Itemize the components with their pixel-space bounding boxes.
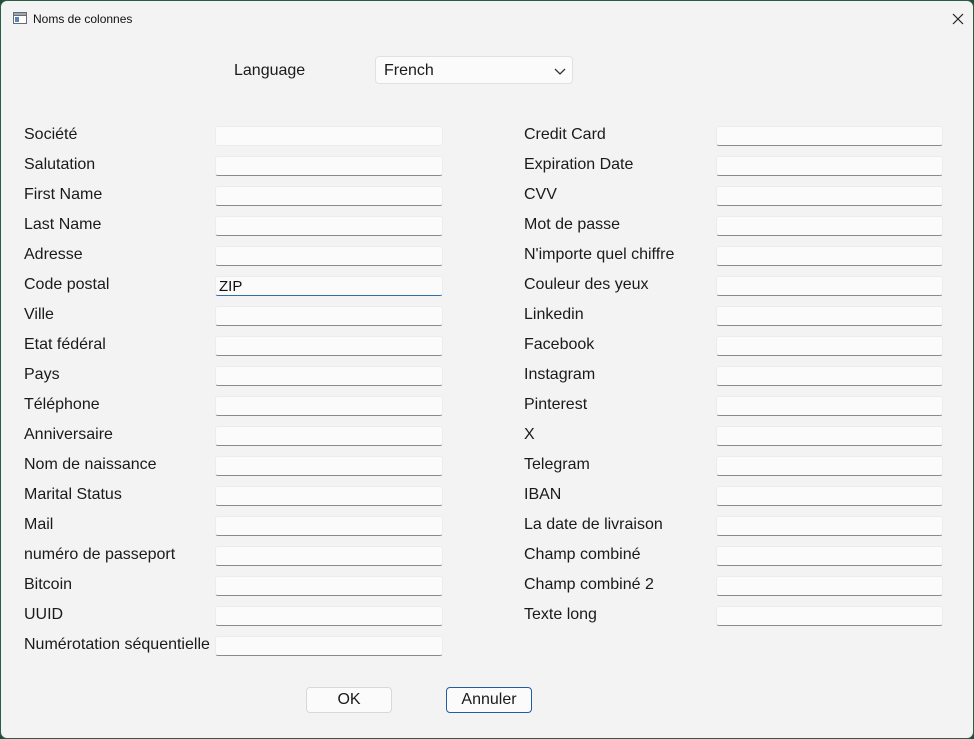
label-credit-card: Credit Card — [524, 126, 606, 143]
label-code-postal: Code postal — [24, 276, 110, 293]
label-etat-federal: Etat fédéral — [24, 336, 106, 353]
input-first-name[interactable] — [215, 186, 443, 206]
input-adresse[interactable] — [215, 246, 443, 266]
close-button[interactable] — [943, 1, 973, 37]
language-dropdown[interactable]: French — [375, 56, 573, 84]
label-pays: Pays — [24, 366, 60, 383]
close-icon — [952, 13, 964, 25]
label-first-name: First Name — [24, 186, 103, 203]
ok-button[interactable]: OK — [306, 687, 392, 713]
label-x: X — [524, 426, 535, 443]
label-anniversaire: Anniversaire — [24, 426, 113, 443]
label-numero-de-passeport: numéro de passeport — [24, 546, 176, 563]
label-cvv: CVV — [524, 186, 557, 203]
label-texte-long: Texte long — [524, 606, 597, 623]
input-champ-combine[interactable] — [716, 546, 943, 566]
window-title: Noms de colonnes — [33, 12, 133, 26]
label-la-date-de-livraison: La date de livraison — [524, 516, 663, 533]
label-bitcoin: Bitcoin — [24, 576, 73, 593]
label-instagram: Instagram — [524, 366, 596, 383]
language-selected-value: French — [384, 62, 434, 79]
window-app-icon — [13, 12, 27, 24]
input-nom-de-naissance[interactable] — [215, 456, 443, 476]
dialog-window: Noms de colonnes Language French Société… — [0, 0, 974, 739]
input-mail[interactable] — [215, 516, 443, 536]
label-champ-combine-2: Champ combiné 2 — [524, 576, 654, 593]
input-n-importe-quel-chiffre[interactable] — [716, 246, 943, 266]
label-pinterest: Pinterest — [524, 396, 588, 413]
label-ville: Ville — [24, 306, 54, 323]
chevron-down-icon — [554, 68, 566, 75]
label-mot-de-passe: Mot de passe — [524, 216, 621, 233]
input-pinterest[interactable] — [716, 396, 943, 416]
input-mot-de-passe[interactable] — [716, 216, 943, 236]
label-salutation: Salutation — [24, 156, 96, 173]
input-expiration-date[interactable] — [716, 156, 943, 176]
input-anniversaire[interactable] — [215, 426, 443, 446]
input-iban[interactable] — [716, 486, 943, 506]
input-marital-status[interactable] — [215, 486, 443, 506]
label-mail: Mail — [24, 516, 54, 533]
label-telephone: Téléphone — [24, 396, 100, 413]
label-couleur-des-yeux: Couleur des yeux — [524, 276, 649, 293]
input-credit-card[interactable] — [716, 126, 943, 146]
label-societe: Société — [24, 126, 78, 143]
input-ville[interactable] — [215, 306, 443, 326]
label-numerotation-sequentielle: Numérotation séquentielle — [24, 636, 210, 653]
input-couleur-des-yeux[interactable] — [716, 276, 943, 296]
input-cvv[interactable] — [716, 186, 943, 206]
input-telegram[interactable] — [716, 456, 943, 476]
input-societe[interactable] — [215, 126, 443, 146]
label-facebook: Facebook — [524, 336, 595, 353]
label-telegram: Telegram — [524, 456, 590, 473]
language-label: Language — [234, 62, 306, 79]
input-instagram[interactable] — [716, 366, 943, 386]
input-champ-combine-2[interactable] — [716, 576, 943, 596]
label-adresse: Adresse — [24, 246, 83, 263]
label-last-name: Last Name — [24, 216, 102, 233]
input-pays[interactable] — [215, 366, 443, 386]
input-telephone[interactable] — [215, 396, 443, 416]
input-uuid[interactable] — [215, 606, 443, 626]
title-bar: Noms de colonnes — [1, 1, 973, 37]
label-nom-de-naissance: Nom de naissance — [24, 456, 157, 473]
input-salutation[interactable] — [215, 156, 443, 176]
input-texte-long[interactable] — [716, 606, 943, 626]
label-iban: IBAN — [524, 486, 562, 503]
input-la-date-de-livraison[interactable] — [716, 516, 943, 536]
input-numerotation-sequentielle[interactable] — [215, 636, 443, 656]
label-marital-status: Marital Status — [24, 486, 122, 503]
input-linkedin[interactable] — [716, 306, 943, 326]
input-x[interactable] — [716, 426, 943, 446]
input-bitcoin[interactable] — [215, 576, 443, 596]
input-numero-de-passeport[interactable] — [215, 546, 443, 566]
label-n-importe-quel-chiffre: N'importe quel chiffre — [524, 246, 675, 263]
input-last-name[interactable] — [215, 216, 443, 236]
label-champ-combine: Champ combiné — [524, 546, 641, 563]
cancel-button[interactable]: Annuler — [446, 687, 532, 713]
label-linkedin: Linkedin — [524, 306, 584, 323]
input-code-postal[interactable] — [215, 276, 443, 296]
label-uuid: UUID — [24, 606, 64, 623]
input-facebook[interactable] — [716, 336, 943, 356]
input-etat-federal[interactable] — [215, 336, 443, 356]
label-expiration-date: Expiration Date — [524, 156, 634, 173]
